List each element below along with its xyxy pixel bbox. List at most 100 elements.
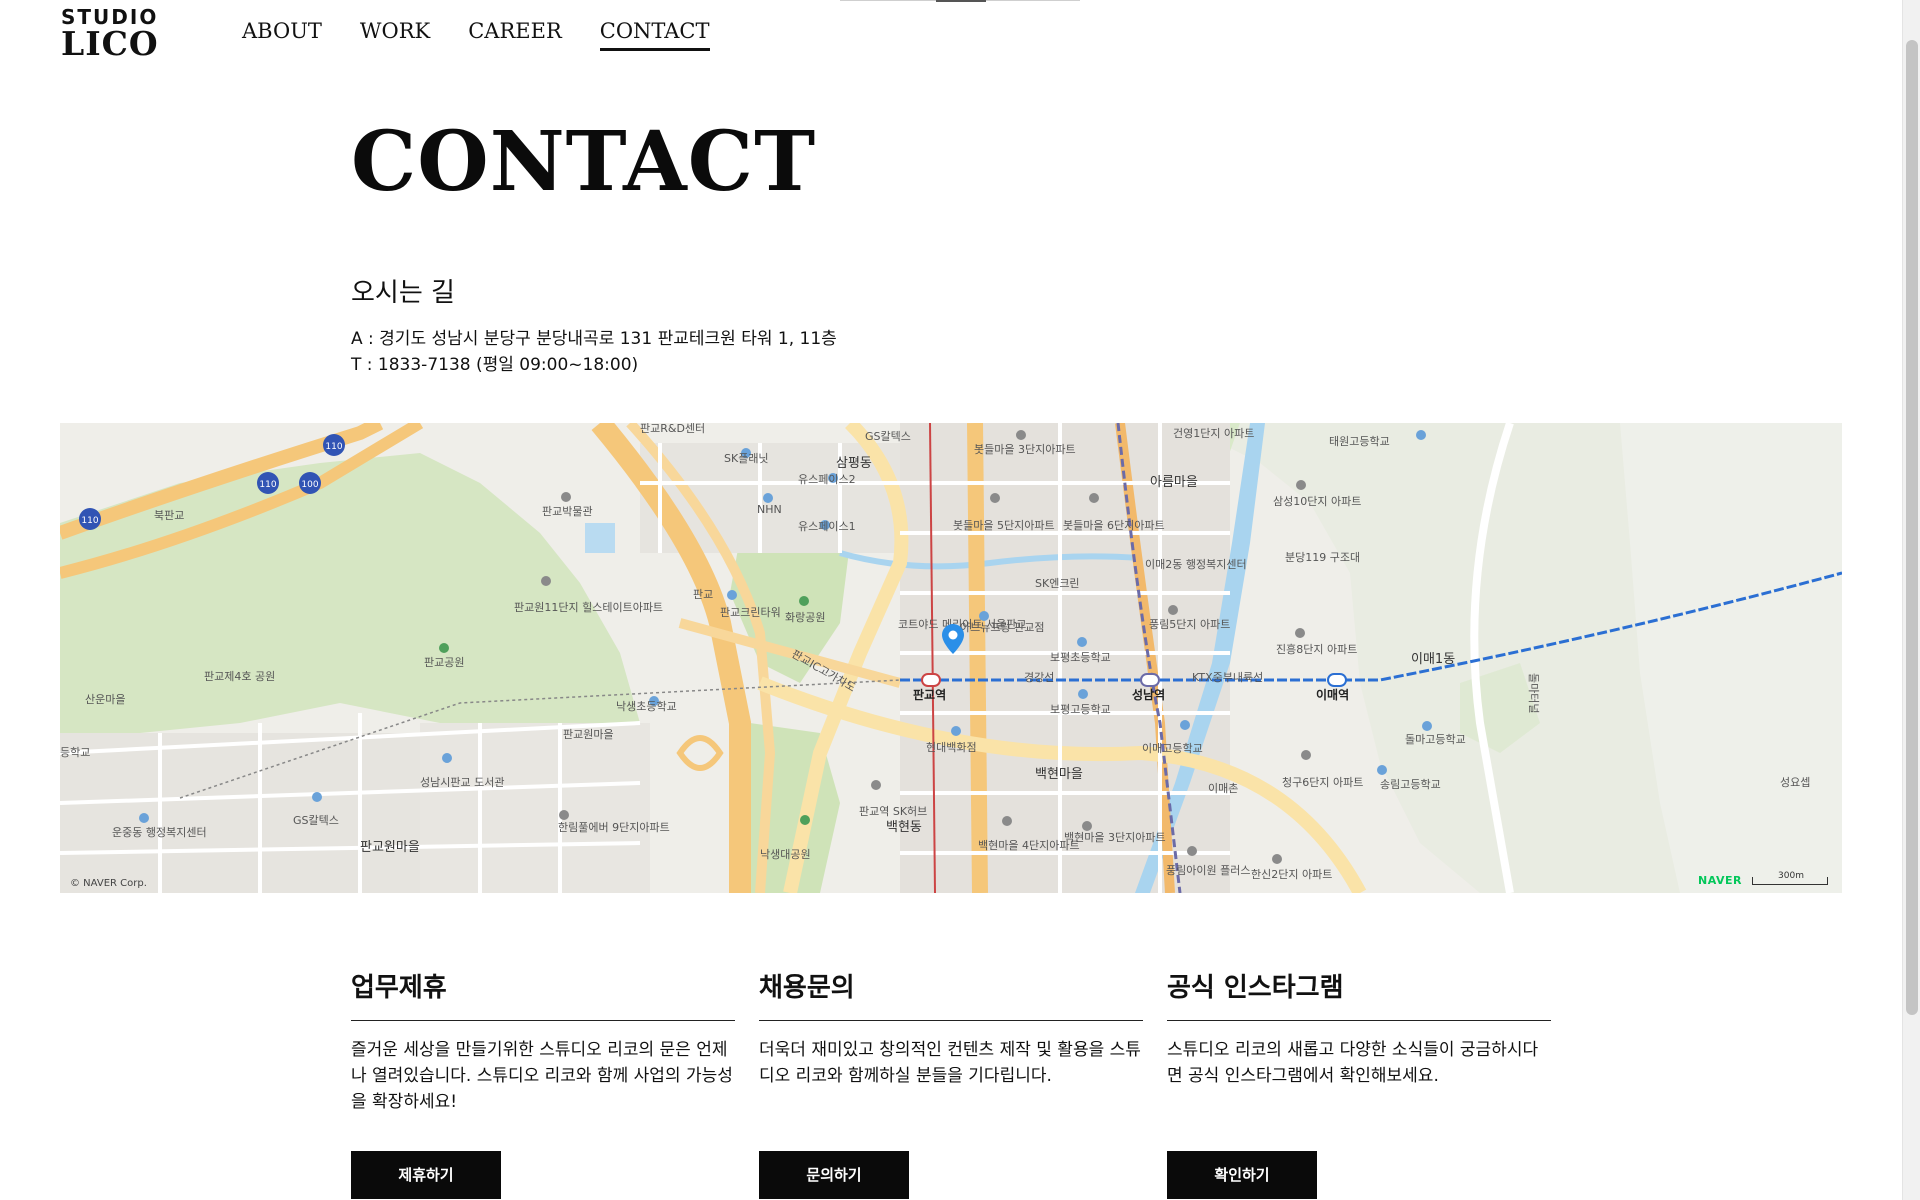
roundabout [676, 735, 724, 771]
logo[interactable]: STUDIO LICO [61, 6, 161, 63]
map-label: 청구6단지 아파트 [1282, 776, 1363, 789]
map-label: 화랑공원 [785, 611, 825, 624]
map-label: 판교역 SK허브 [859, 805, 927, 818]
slide-indicator-active [936, 0, 986, 2]
map-label: 풍림5단지 아파트 [1149, 618, 1230, 631]
map-label: 등학교 [60, 746, 90, 759]
naver-logo[interactable]: NAVER [1698, 874, 1742, 887]
nav-item-about[interactable]: ABOUT [242, 18, 322, 51]
instagram-button[interactable]: 확인하기 [1167, 1151, 1317, 1199]
map-label: 백현마을 3단지아파트 [1064, 831, 1166, 844]
partnership-button[interactable]: 제휴하기 [351, 1151, 501, 1199]
logo-bottom-text: LICO [61, 24, 159, 63]
map-label: 경강선 [1024, 671, 1054, 684]
svg-text:110: 110 [81, 516, 98, 526]
card-description: 더욱더 재미있고 창의적인 컨텐츠 제작 및 활용을 스튜디오 리코와 함께하실… [759, 1040, 1141, 1086]
map-label: 백현동 [886, 820, 922, 835]
map-label: 아브뉴프랑 판교점 [960, 621, 1044, 634]
map-copyright: © NAVER Corp. [70, 878, 147, 889]
map-label: 봇들마을 3단지아파트 [974, 443, 1076, 456]
road-pangyo-ro [967, 423, 988, 893]
block-pangyowon [420, 723, 650, 893]
map-scale-bar [1752, 877, 1828, 885]
map-label: 낙생초등학교 [616, 700, 677, 713]
map-label: 이매촌 [1208, 782, 1238, 795]
map-label: 한림풀에버 9단지아파트 [558, 821, 670, 834]
address-text: A : 경기도 성남시 분당구 분당내곡로 131 판교테크원 타워 1, 11… [351, 329, 837, 349]
pond [585, 523, 615, 553]
map-label: 유스페이스1 [798, 520, 856, 533]
map-label: KTX중부내륙선 [1192, 671, 1263, 684]
map-label: 판교크린타워 [720, 606, 781, 619]
card-description: 스튜디오 리코의 새롭고 다양한 소식들이 궁금하시다면 공식 인스타그램에서 … [1167, 1040, 1539, 1086]
map-label: SK엔크린 [1035, 577, 1080, 590]
map-label: 태원고등학교 [1329, 435, 1390, 448]
block-unjung [60, 733, 420, 893]
card-title: 채용문의 [759, 968, 1143, 1021]
map-label: 판교R&D센터 [640, 423, 705, 435]
map-canvas: 110 110 100 110 판교R&D센터 GS칼텍스 삼평동 SK플래닛 … [60, 423, 1842, 893]
map-label: 이매2동 행정복지센터 [1145, 558, 1247, 571]
map-label: 성남역 [1132, 687, 1165, 702]
map-label: 백현마을 [1035, 767, 1083, 782]
map-label: 봇들마을 6단지아파트 [1063, 519, 1165, 532]
map-label: 한신2단지 아파트 [1251, 868, 1332, 881]
map-label: 봇들마을 5단지아파트 [953, 519, 1055, 532]
card-description: 즐거운 세상을 만들기위한 스튜디오 리코의 문은 언제나 열려있습니다. 스튜… [351, 1040, 733, 1112]
map-label: 진흥8단지 아파트 [1276, 642, 1357, 656]
nav-item-contact[interactable]: CONTACT [599, 18, 710, 51]
inquiry-button[interactable]: 문의하기 [759, 1151, 909, 1199]
map-label: 송림고등학교 [1380, 778, 1441, 791]
card-title: 업무제휴 [351, 968, 735, 1021]
map-label: 삼평동 [836, 456, 872, 471]
page-title: CONTACT [351, 114, 817, 210]
svg-text:110: 110 [325, 442, 342, 452]
map-label: 판교제4호 공원 [204, 670, 275, 683]
map-label: 판교원마을 [563, 728, 614, 741]
map-label: 건영1단지 아파트 [1173, 427, 1254, 440]
slide-indicator [840, 0, 1080, 2]
map-label: 판교박물관 [542, 505, 593, 518]
map-label: 삼성10단지 아파트 [1273, 495, 1361, 508]
map-label: 돌마고등학교 [1405, 733, 1466, 746]
map-label: 유스페이스2 [798, 473, 856, 486]
map-label: 현대백화점 [926, 741, 977, 754]
map-label: 성남시판교 도서관 [420, 776, 504, 789]
map-label: 풍림아이원 플러스 [1166, 864, 1250, 877]
map-label: GS칼텍스 [865, 430, 911, 443]
map-label: 보평고등학교 [1050, 703, 1111, 716]
map-pin-icon[interactable] [942, 624, 964, 654]
map-label: 운중동 행정복지센터 [112, 826, 207, 839]
map-label: 판교원11단지 힐스테이트아파트 [514, 601, 663, 614]
map-label: 분당119 구조대 [1285, 551, 1360, 564]
map-label: 이매고등학교 [1142, 742, 1203, 755]
map-label: 판교역 [913, 687, 946, 702]
map-label: 아름마을 [1150, 475, 1198, 490]
map-label: 돌마터널 [1527, 673, 1540, 713]
map-label: NHN [757, 503, 782, 516]
svg-text:110: 110 [259, 480, 276, 490]
card-instagram: 공식 인스타그램 스튜디오 리코의 새롭고 다양한 소식들이 궁금하시다면 공식… [1167, 968, 1551, 1199]
map-label: 낙생대공원 [760, 848, 811, 861]
main-nav: ABOUT WORK CAREER CONTACT [242, 18, 748, 51]
map-label: 북판교 [154, 509, 184, 522]
svg-text:100: 100 [301, 480, 318, 490]
map-label: 보평초등학교 [1050, 651, 1111, 664]
map-label: 이매1동 [1411, 652, 1455, 667]
phone-text: T : 1833-7138 (평일 09:00~18:00) [351, 355, 639, 375]
nav-item-career[interactable]: CAREER [468, 18, 562, 51]
map-label: SK플래닛 [724, 452, 769, 465]
map-label: 판교 [693, 588, 713, 601]
card-title: 공식 인스타그램 [1167, 968, 1551, 1021]
map-label: 판교공원 [424, 656, 464, 669]
location-map[interactable]: 110 110 100 110 판교R&D센터 GS칼텍스 삼평동 SK플래닛 … [60, 423, 1842, 893]
map-label: 성요셉 [1780, 776, 1810, 789]
scrollbar-thumb[interactable] [1906, 40, 1918, 1015]
directions-heading: 오시는 길 [351, 278, 455, 308]
page-scrollbar[interactable] [1902, 0, 1920, 1200]
map-label: GS칼텍스 [293, 814, 339, 827]
map-label: 이매역 [1316, 687, 1349, 702]
nav-item-work[interactable]: WORK [360, 18, 430, 51]
map-label: 판교원마을 [360, 840, 420, 855]
card-partnership: 업무제휴 즐거운 세상을 만들기위한 스튜디오 리코의 문은 언제나 열려있습니… [351, 968, 735, 1199]
